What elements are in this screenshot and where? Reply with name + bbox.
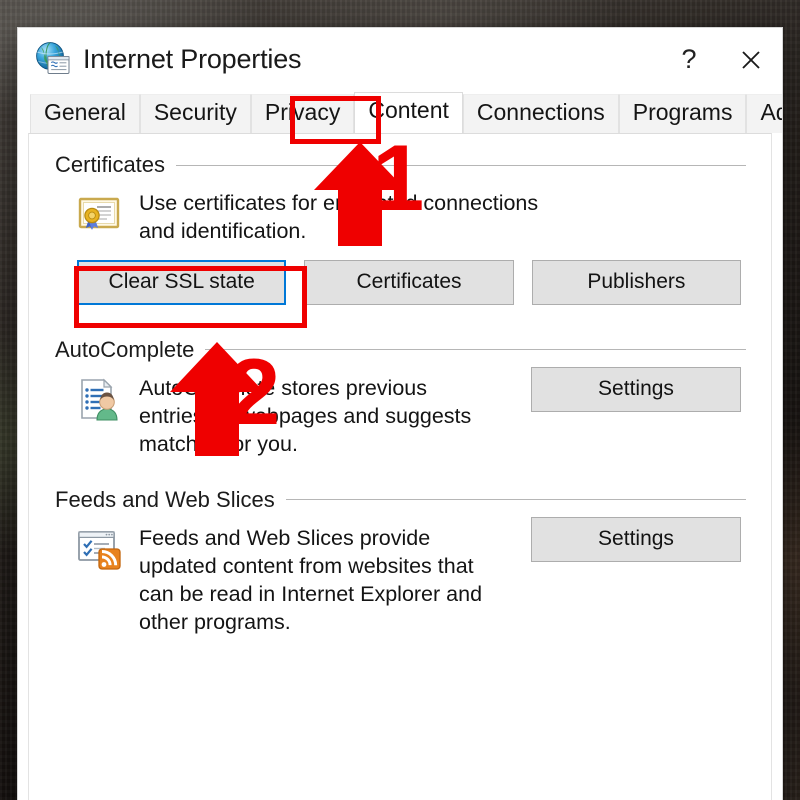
feeds-rss-icon <box>75 525 123 573</box>
tab-privacy[interactable]: Privacy <box>250 94 355 133</box>
certificates-button[interactable]: Certificates <box>304 259 514 305</box>
tab-programs[interactable]: Programs <box>618 94 747 133</box>
feeds-group-title: Feeds and Web Slices <box>55 486 275 512</box>
window-controls: ? <box>658 28 782 91</box>
screen: Internet Properties ? General Security P… <box>0 0 800 800</box>
feeds-settings-button[interactable]: Settings <box>531 516 741 562</box>
help-button[interactable]: ? <box>658 28 720 91</box>
autocomplete-description: AutoComplete stores previous entries on … <box>139 375 472 456</box>
tab-general[interactable]: General <box>30 94 140 133</box>
internet-properties-icon <box>34 41 72 79</box>
certificates-group: Certificates Use certificates for encryp… <box>29 134 771 305</box>
autocomplete-group-body: AutoComplete stores previous entries on … <box>29 363 771 459</box>
certificate-icon <box>75 190 123 238</box>
certificates-group-title: Certificates <box>55 152 166 177</box>
feeds-group-header: Feeds and Web Slices <box>29 487 771 513</box>
autocomplete-group-header: AutoComplete <box>29 337 771 363</box>
autocomplete-group: AutoComplete AutoComplete stores previou… <box>29 305 771 459</box>
tab-content[interactable]: Content <box>354 92 463 133</box>
feeds-description: Feeds and Web Slices provide updated con… <box>139 525 483 634</box>
tab-connections[interactable]: Connections <box>462 94 619 133</box>
autocomplete-person-icon <box>75 375 123 423</box>
certificates-group-header: Certificates <box>29 152 771 178</box>
tab-advanced[interactable]: Advanced <box>746 94 782 133</box>
feeds-group: Feeds and Web Slices Feeds and Web Slice… <box>29 459 771 637</box>
tab-security[interactable]: Security <box>139 94 251 133</box>
close-button[interactable] <box>720 28 782 91</box>
clear-ssl-state-button[interactable]: Clear SSL state <box>77 259 287 305</box>
certificates-group-body: Use certificates for encrypted connectio… <box>29 178 771 246</box>
certificates-button-row: Clear SSL state Certificates Publishers <box>29 246 771 305</box>
tab-strip: General Security Privacy Content Connect… <box>18 91 782 133</box>
group-divider <box>205 349 746 351</box>
title-bar: Internet Properties ? <box>18 28 782 91</box>
autocomplete-group-title: AutoComplete <box>55 336 195 362</box>
content-tab-panel: Certificates Use certificates for encryp… <box>28 133 772 800</box>
internet-properties-dialog: Internet Properties ? General Security P… <box>17 27 783 800</box>
group-divider <box>176 164 746 166</box>
certificates-description: Use certificates for encrypted connectio… <box>139 191 539 243</box>
group-divider <box>285 499 746 501</box>
feeds-group-body: Feeds and Web Slices provide updated con… <box>29 513 771 637</box>
publishers-button[interactable]: Publishers <box>531 259 741 305</box>
autocomplete-settings-button[interactable]: Settings <box>531 366 741 412</box>
window-title: Internet Properties <box>83 44 302 74</box>
